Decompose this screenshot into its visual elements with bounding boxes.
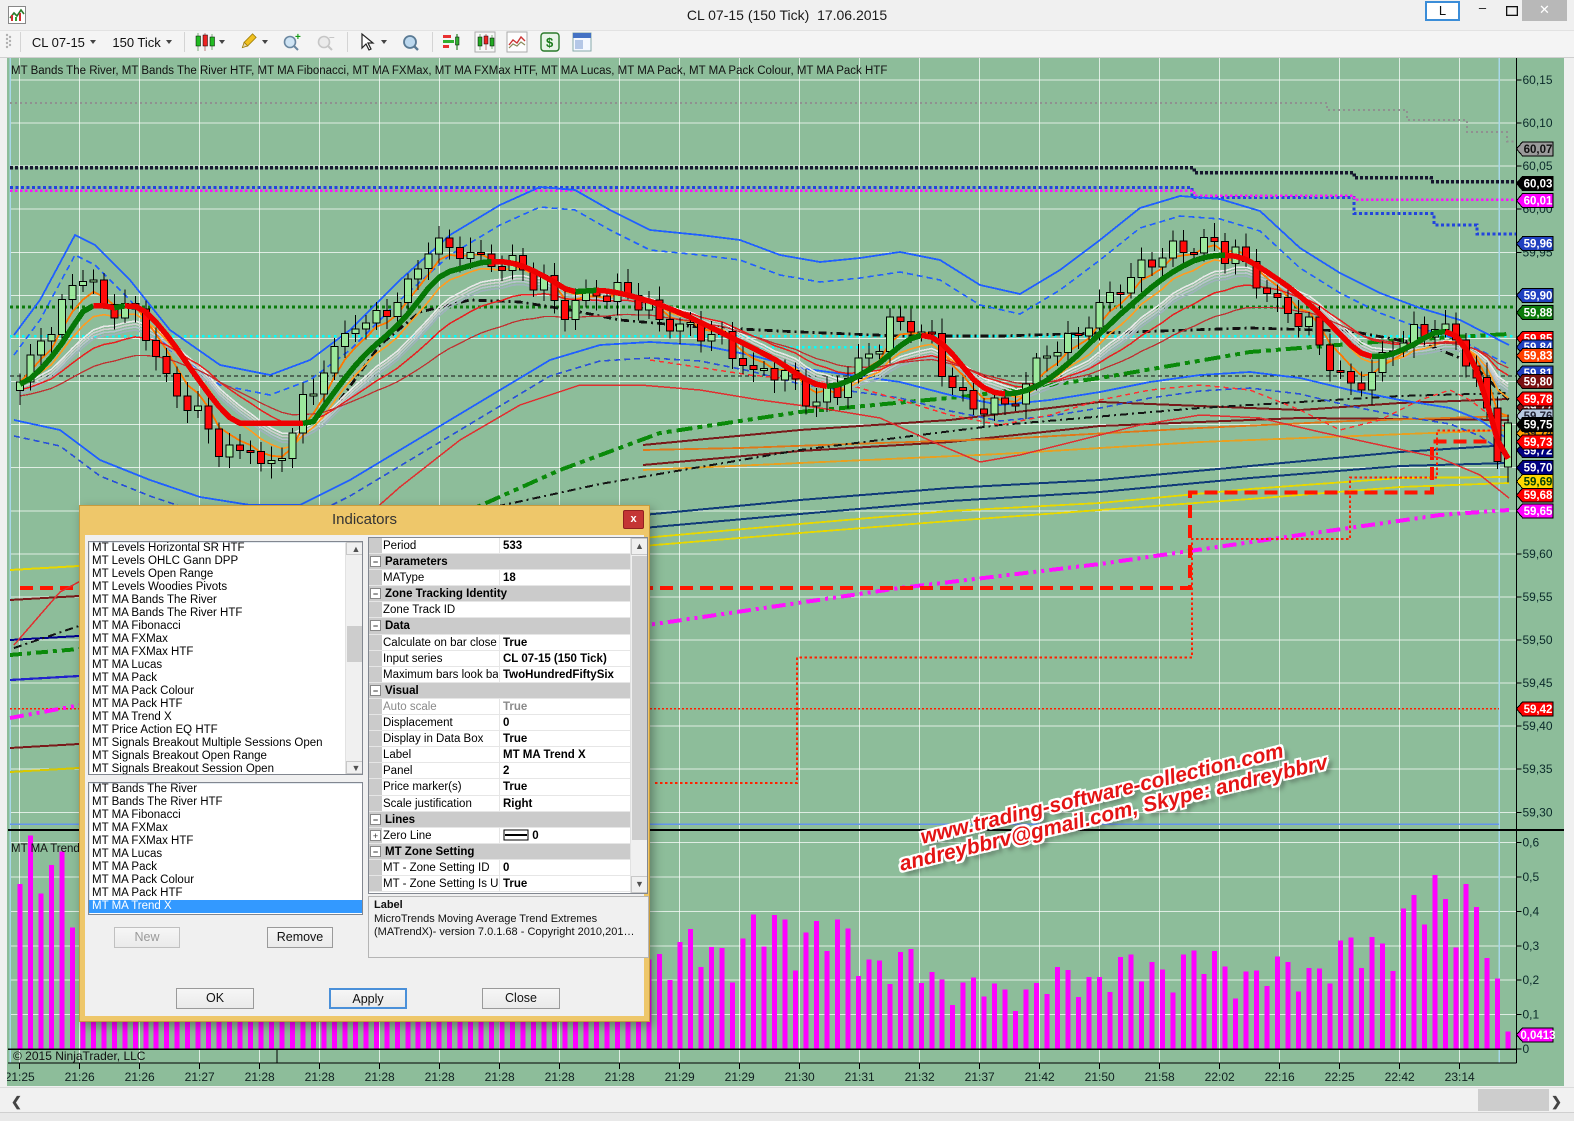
svg-text:21:37: 21:37 <box>965 1070 995 1084</box>
svg-text:21:26: 21:26 <box>125 1070 155 1084</box>
svg-text:22:42: 22:42 <box>1385 1070 1415 1084</box>
svg-text:21:28: 21:28 <box>605 1070 635 1084</box>
svg-text:60,07: 60,07 <box>1524 144 1553 156</box>
svg-text:21:28: 21:28 <box>305 1070 335 1084</box>
svg-text:21:28: 21:28 <box>545 1070 575 1084</box>
svg-text:59,83: 59,83 <box>1524 351 1553 363</box>
svg-text:21:50: 21:50 <box>1085 1070 1115 1084</box>
svg-text:21:58: 21:58 <box>1145 1070 1175 1084</box>
svg-text:59,65: 59,65 <box>1524 506 1553 518</box>
svg-text:21:29: 21:29 <box>665 1070 695 1084</box>
svg-text:60,05: 60,05 <box>1523 159 1553 173</box>
svg-text:59,50: 59,50 <box>1523 633 1553 647</box>
svg-text:21:27: 21:27 <box>185 1070 215 1084</box>
svg-text:59,30: 59,30 <box>1523 805 1553 819</box>
svg-text:21:29: 21:29 <box>725 1070 755 1084</box>
svg-text:© 2015 NinjaTrader, LLC: © 2015 NinjaTrader, LLC <box>13 1049 146 1063</box>
svg-text:+: + <box>295 32 301 43</box>
svg-text:59,69: 59,69 <box>1524 477 1553 489</box>
svg-text:59,60: 59,60 <box>1523 547 1553 561</box>
svg-text:21:26: 21:26 <box>65 1070 95 1084</box>
svg-text:21:28: 21:28 <box>245 1070 275 1084</box>
svg-text:0,1: 0,1 <box>1523 1008 1540 1022</box>
svg-text:59,78: 59,78 <box>1524 394 1553 406</box>
svg-text:22:02: 22:02 <box>1205 1070 1235 1084</box>
svg-text:59,45: 59,45 <box>1523 676 1553 690</box>
svg-text:59,70: 59,70 <box>1524 463 1553 475</box>
svg-text:21:25: 21:25 <box>7 1070 35 1084</box>
svg-text:0,4: 0,4 <box>1523 904 1540 918</box>
svg-text:21:42: 21:42 <box>1025 1070 1055 1084</box>
svg-text:59,96: 59,96 <box>1524 239 1553 251</box>
svg-text:23:14: 23:14 <box>1445 1070 1475 1084</box>
svg-text:60,03: 60,03 <box>1524 178 1553 190</box>
svg-text:59,90: 59,90 <box>1524 290 1553 302</box>
svg-text:59,80: 59,80 <box>1524 377 1553 389</box>
svg-text:60,10: 60,10 <box>1523 116 1553 130</box>
svg-text:$: $ <box>546 35 554 50</box>
svg-text:59,68: 59,68 <box>1524 490 1553 502</box>
svg-text:59,88: 59,88 <box>1524 308 1553 320</box>
svg-text:59,35: 59,35 <box>1523 762 1553 776</box>
svg-text:0,0413: 0,0413 <box>1520 1030 1555 1042</box>
svg-text:0,6: 0,6 <box>1523 836 1540 850</box>
svg-text:21:28: 21:28 <box>485 1070 515 1084</box>
svg-text:59,42: 59,42 <box>1524 704 1553 716</box>
svg-text:60,01: 60,01 <box>1524 196 1553 208</box>
svg-text:60,15: 60,15 <box>1523 73 1553 87</box>
svg-text:22:25: 22:25 <box>1325 1070 1355 1084</box>
svg-text:59,55: 59,55 <box>1523 590 1553 604</box>
svg-text:59,40: 59,40 <box>1523 719 1553 733</box>
svg-text:21:28: 21:28 <box>425 1070 455 1084</box>
svg-text:0,3: 0,3 <box>1523 939 1540 953</box>
svg-text:59,73: 59,73 <box>1524 437 1553 449</box>
svg-text:21:32: 21:32 <box>905 1070 935 1084</box>
svg-text:0,2: 0,2 <box>1523 973 1540 987</box>
svg-text:22:16: 22:16 <box>1265 1070 1295 1084</box>
svg-text:–: – <box>329 32 335 43</box>
svg-text:21:30: 21:30 <box>785 1070 815 1084</box>
svg-text:59,75: 59,75 <box>1524 420 1553 432</box>
svg-text:0,5: 0,5 <box>1523 870 1540 884</box>
svg-text:0: 0 <box>1523 1042 1530 1056</box>
svg-text:21:31: 21:31 <box>845 1070 875 1084</box>
svg-text:21:28: 21:28 <box>365 1070 395 1084</box>
svg-text:MT Bands The River, MT Bands T: MT Bands The River, MT Bands The River H… <box>11 65 887 77</box>
